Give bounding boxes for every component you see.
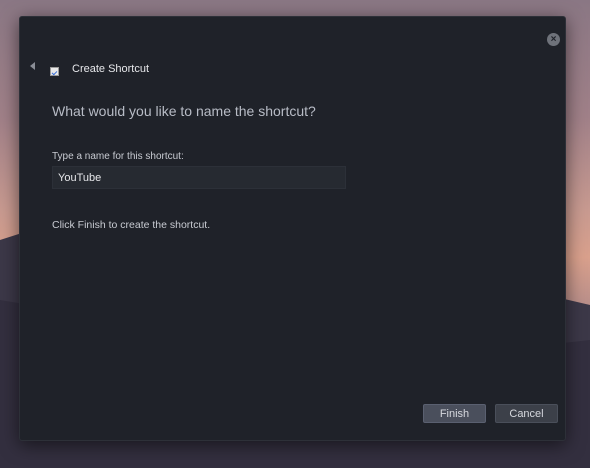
back-arrow-icon[interactable] [27, 60, 37, 72]
shortcut-name-input[interactable] [52, 166, 346, 189]
cancel-button[interactable]: Cancel [495, 404, 558, 423]
close-icon[interactable]: × [547, 33, 560, 46]
dialog-titlebar: Create Shortcut [50, 61, 149, 76]
finish-hint: Click Finish to create the shortcut. [52, 219, 211, 231]
dialog-title: Create Shortcut [72, 62, 150, 75]
page-heading: What would you like to name the shortcut… [52, 103, 316, 119]
name-field-label: Type a name for this shortcut: [52, 151, 184, 162]
finish-button[interactable]: Finish [423, 404, 486, 423]
create-shortcut-dialog: × Create Shortcut What would you like to… [19, 16, 566, 441]
shortcut-icon [50, 67, 59, 76]
